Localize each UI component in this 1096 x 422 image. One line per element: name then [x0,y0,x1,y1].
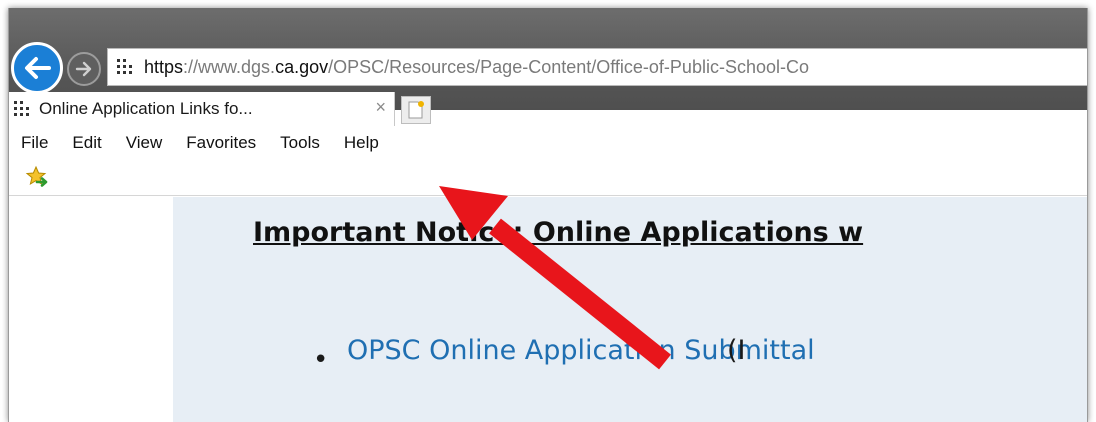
browser-tab[interactable]: Online Application Links fo... × [9,92,395,126]
tab-label: Online Application Links fo... [39,99,253,118]
menu-view[interactable]: View [126,133,163,153]
url-scheme: https [144,56,184,77]
page-content: Important Notice: Online Applications w … [9,197,1087,422]
list-item-suffix: (I [727,335,746,366]
list-bullet: • [313,345,329,375]
site-grid-icon [117,59,132,74]
forward-arrow-icon [75,61,92,77]
address-bar[interactable]: https://www.dgs.ca.gov/OPSC/Resources/Pa… [107,48,1087,86]
site-grid-icon [14,101,29,116]
menu-help[interactable]: Help [344,133,379,153]
address-url: https://www.dgs.ca.gov/OPSC/Resources/Pa… [144,57,809,78]
tab-close-icon[interactable]: × [375,97,386,118]
new-tab-button[interactable] [401,96,431,124]
add-favorite-star-icon[interactable] [25,165,51,191]
back-button[interactable] [11,42,63,94]
forward-button[interactable] [67,52,101,86]
menu-tools[interactable]: Tools [280,133,320,153]
notice-heading: Important Notice: Online Applications w [253,217,864,248]
back-arrow-icon [25,57,51,79]
new-tab-icon [408,101,424,119]
favorites-bar [9,160,1087,196]
url-domain: ca.gov [275,56,329,77]
menu-favorites[interactable]: Favorites [186,133,256,153]
browser-window: https://www.dgs.ca.gov/OPSC/Resources/Pa… [8,8,1088,422]
menu-bar: File Edit View Favorites Tools Help [9,126,1087,160]
menu-file[interactable]: File [21,133,48,153]
url-path: /OPSC/Resources/Page-Content/Office-of-P… [328,56,809,77]
url-pre-domain: ://www.dgs. [183,56,276,77]
menu-edit[interactable]: Edit [72,133,101,153]
